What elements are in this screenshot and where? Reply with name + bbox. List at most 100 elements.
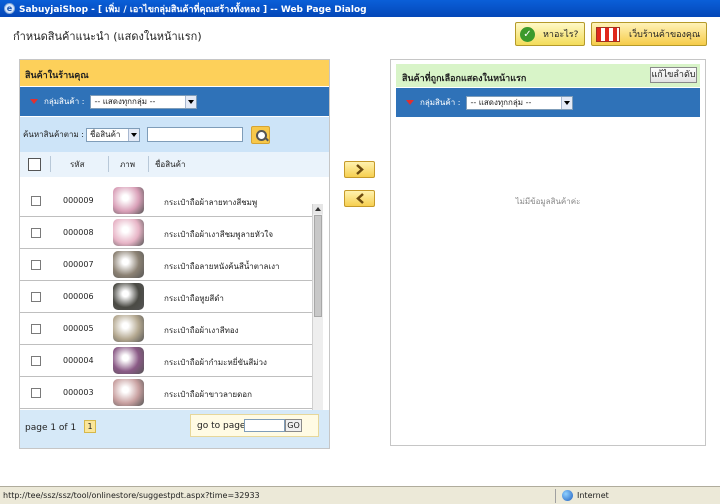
chevron-down-icon xyxy=(127,128,139,141)
product-name: กระเป๋าถือผ้าเงาสีชมพูลายหัวใจ xyxy=(164,230,274,239)
product-code: 000008 xyxy=(63,228,94,237)
product-name: กระเป๋าถือหูยสีดำ xyxy=(164,294,224,303)
product-thumbnail xyxy=(113,315,144,342)
product-name: กระเป๋าถือผ้าลายทางสีชมพู xyxy=(164,198,258,207)
left-group-label: กลุ่มสินค้า : xyxy=(44,97,85,106)
page-1-button[interactable]: 1 xyxy=(84,420,96,433)
table-row[interactable]: 000009 กระเป๋าถือผ้าลายทางสีชมพู xyxy=(20,185,323,217)
help-icon: ✓ xyxy=(520,26,535,42)
right-group-label: กลุ่มสินค้า : xyxy=(420,98,461,107)
product-thumbnail xyxy=(113,219,144,246)
globe-icon xyxy=(562,490,573,501)
store-icon xyxy=(596,26,620,42)
goto-page-box: go to page GO xyxy=(190,414,319,437)
row-checkbox[interactable] xyxy=(31,196,41,206)
goto-page-label: go to page xyxy=(197,421,246,431)
reorder-button[interactable]: แก้ไขลำดับ xyxy=(650,67,697,83)
search-row: ค้นหาสินค้าตาม : ชื่อสินค้า xyxy=(20,117,329,152)
row-checkbox[interactable] xyxy=(31,356,41,366)
products-scrollbar[interactable] xyxy=(312,204,323,427)
help-button-label: หาอะไร? xyxy=(543,30,579,40)
zone-label: Internet xyxy=(577,491,609,500)
goto-page-input[interactable] xyxy=(244,419,285,432)
search-by-label: ค้นหาสินค้าตาม : xyxy=(23,130,84,139)
right-group-filter-bar: กลุ่มสินค้า : -- แสดงทุกกลุ่ม -- xyxy=(396,88,700,117)
row-checkbox[interactable] xyxy=(31,292,41,302)
store-button-label: เว็บร้านค้าของคุณ xyxy=(629,30,701,40)
products-table-header: รหัส ภาพ ชื่อสินค้า xyxy=(20,152,329,177)
search-by-select[interactable]: ชื่อสินค้า xyxy=(85,127,140,142)
header-divider xyxy=(50,156,51,172)
chevron-left-icon xyxy=(356,193,364,204)
product-name: กระเป๋าถือลายหนังค้นสีน้ำตาลเงา xyxy=(164,262,280,271)
row-checkbox[interactable] xyxy=(31,388,41,398)
pagination-bar: page 1 of 1 1 go to page GO xyxy=(20,410,329,448)
go-button[interactable]: GO xyxy=(285,419,302,432)
left-group-select[interactable]: -- แสดงทุกกลุ่ม -- xyxy=(90,94,198,109)
table-row[interactable]: 000004 กระเป๋าถือผ้ากำมะหยี่ขันสีม่วง xyxy=(20,345,323,377)
search-input[interactable] xyxy=(146,127,243,142)
help-button[interactable]: ✓ หาอะไร? xyxy=(515,22,585,46)
table-row[interactable]: 000005 กระเป๋าถือผ้าเงาสีทอง xyxy=(20,313,323,345)
header-divider xyxy=(148,156,149,172)
products-list: 000009 กระเป๋าถือผ้าลายทางสีชมพู 000008 กระ… xyxy=(20,185,323,410)
table-row[interactable]: 000007 กระเป๋าถือลายหนังค้นสีน้ำตาลเงา xyxy=(20,249,323,281)
page-title: กำหนดสินค้าแนะนำ (แสดงในหน้าแรก) xyxy=(13,30,202,43)
security-zone: Internet xyxy=(556,490,609,501)
store-website-button[interactable]: เว็บร้านค้าของคุณ xyxy=(591,22,707,46)
left-group-filter-bar: กลุ่มสินค้า : -- แสดงทุกกลุ่ม -- xyxy=(20,87,329,116)
header-divider xyxy=(108,156,109,172)
chevron-down-icon xyxy=(185,95,197,108)
product-code: 000007 xyxy=(63,260,94,269)
column-code: รหัส xyxy=(70,160,85,169)
column-name: ชื่อสินค้า xyxy=(155,160,186,169)
product-name: กระเป๋าถือผ้าเงาสีทอง xyxy=(164,326,239,335)
row-checkbox[interactable] xyxy=(31,324,41,334)
product-code: 000005 xyxy=(63,324,94,333)
product-thumbnail xyxy=(113,251,144,278)
chevron-right-icon xyxy=(356,164,364,175)
store-products-title: สินค้าในร้านคุณ xyxy=(20,60,329,86)
product-thumbnail xyxy=(113,283,144,310)
product-name: กระเป๋าถือผ้ากำมะหยี่ขันสีม่วง xyxy=(164,358,267,367)
move-to-store-button[interactable] xyxy=(344,190,375,207)
product-thumbnail xyxy=(113,379,144,406)
empty-message: ไม่มีข้อมูลสินค้าค่ะ xyxy=(515,197,581,206)
store-products-panel: สินค้าในร้านคุณ กลุ่มสินค้า : -- แสดงทุก… xyxy=(19,59,330,449)
window-titlebar: e SabuyjaiShop - [ เพิ่ม / เอาไขกลุ่มสิน… xyxy=(0,0,720,17)
left-group-select-value: -- แสดงทุกกลุ่ม -- xyxy=(94,96,156,106)
table-row[interactable]: 000008 กระเป๋าถือผ้าเงาสีชมพูลายหัวใจ xyxy=(20,217,323,249)
table-row[interactable]: 000003 กระเป๋าถือผ้าขาวลายดอก xyxy=(20,377,323,409)
product-thumbnail xyxy=(113,347,144,374)
window-title: SabuyjaiShop - [ เพิ่ม / เอาไขกลุ่มสินค้… xyxy=(19,4,367,15)
product-name: กระเป๋าถือผ้าขาวลายดอก xyxy=(164,390,252,399)
search-button[interactable] xyxy=(250,125,270,144)
selected-products-title: สินค้าที่ถูกเลือกแสดงในหน้าแรก xyxy=(402,74,527,84)
right-group-select-value: -- แสดงทุกกลุ่ม -- xyxy=(470,97,532,107)
selected-products-panel: สินค้าที่ถูกเลือกแสดงในหน้าแรก แก้ไขลำดั… xyxy=(390,59,706,446)
dialog-content: กำหนดสินค้าแนะนำ (แสดงในหน้าแรก) ✓ หาอะไ… xyxy=(0,17,720,486)
triangle-down-icon xyxy=(30,99,38,104)
column-picture: ภาพ xyxy=(120,160,136,169)
ie-icon: e xyxy=(4,3,15,14)
selected-products-header: สินค้าที่ถูกเลือกแสดงในหน้าแรก แก้ไขลำดั… xyxy=(396,64,700,87)
right-group-select[interactable]: -- แสดงทุกกลุ่ม -- xyxy=(466,95,574,110)
product-code: 000004 xyxy=(63,356,94,365)
row-checkbox[interactable] xyxy=(31,260,41,270)
product-code: 000003 xyxy=(63,388,94,397)
select-all-checkbox[interactable] xyxy=(28,158,41,171)
move-to-selected-button[interactable] xyxy=(344,161,375,178)
product-code: 000009 xyxy=(63,196,94,205)
chevron-down-icon xyxy=(561,96,573,109)
triangle-down-icon xyxy=(406,100,414,105)
table-row[interactable]: 000006 กระเป๋าถือหูยสีดำ xyxy=(20,281,323,313)
product-thumbnail xyxy=(113,187,144,214)
product-code: 000006 xyxy=(63,292,94,301)
scroll-up-icon[interactable] xyxy=(313,204,323,214)
search-by-value: ชื่อสินค้า xyxy=(89,129,121,139)
page-info: page 1 of 1 xyxy=(25,423,77,433)
status-bar: http://tee/ssz/ssz/tool/onlinestore/sugg… xyxy=(0,486,720,504)
scroll-thumb[interactable] xyxy=(314,215,322,317)
row-checkbox[interactable] xyxy=(31,228,41,238)
status-url: http://tee/ssz/ssz/tool/onlinestore/sugg… xyxy=(3,491,260,500)
